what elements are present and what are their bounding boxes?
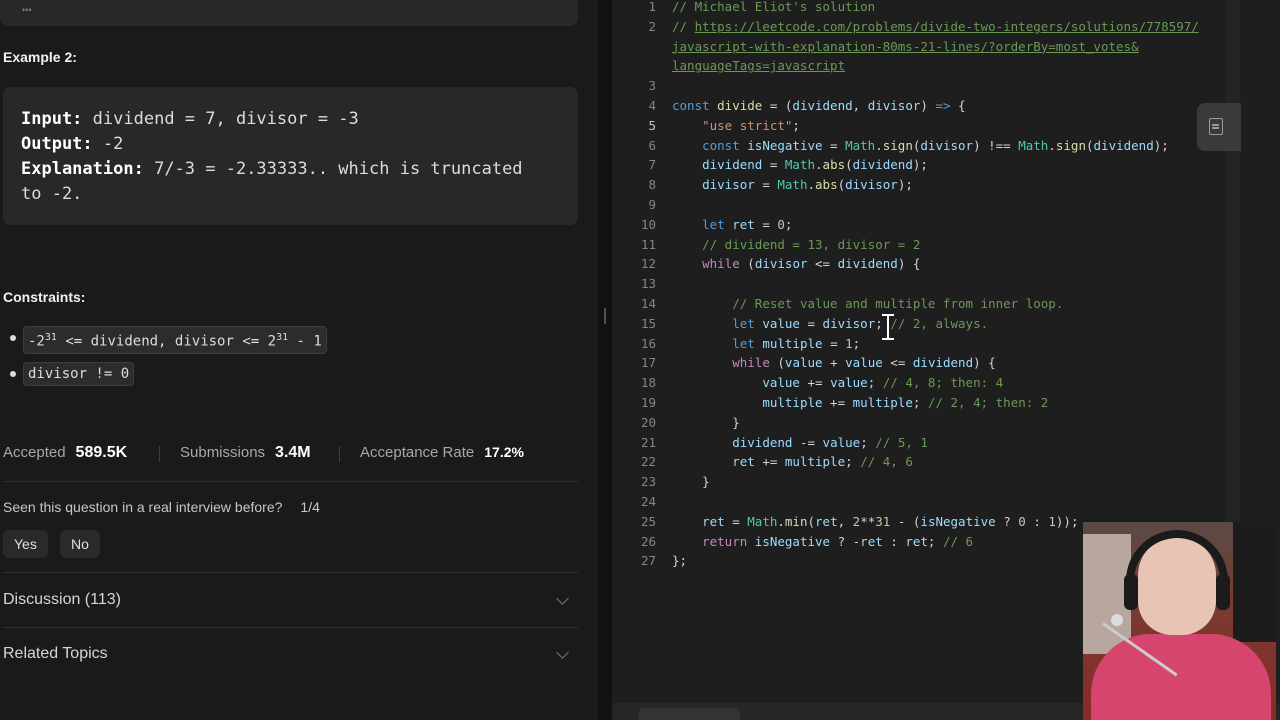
explanation-value-cont: to -2. xyxy=(21,184,83,204)
bullet-icon xyxy=(10,335,16,341)
line-number: 14 xyxy=(640,296,656,311)
code-text[interactable]: multiple += multiple; // 2, 4; then: 2 xyxy=(672,393,1048,413)
interview-question: Seen this question in a real interview b… xyxy=(3,499,320,515)
line-number: 12 xyxy=(640,256,656,272)
chevron-down-icon[interactable] xyxy=(556,592,569,605)
line-number: 11 xyxy=(640,236,656,252)
related-topics-section[interactable]: Related Topics xyxy=(3,645,108,663)
line-number: 19 xyxy=(640,395,656,410)
divider xyxy=(3,627,578,628)
example1-box-bottom: … xyxy=(0,0,578,26)
code-text[interactable]: javascript-with-explanation-80ms-21-line… xyxy=(672,37,1139,57)
code-text[interactable]: } xyxy=(672,413,740,433)
line-number: 24 xyxy=(640,494,656,509)
document-icon xyxy=(1209,118,1223,135)
chevron-down-icon[interactable] xyxy=(556,646,569,659)
line-number: 13 xyxy=(640,276,656,292)
code-text[interactable]: // https://leetcode.com/problems/divide-… xyxy=(672,17,1199,37)
line-number: 22 xyxy=(640,454,656,470)
line-number: 23 xyxy=(640,474,656,490)
line-number: 7 xyxy=(648,157,656,173)
code-text[interactable]: languageTags=javascript xyxy=(672,56,845,76)
constraint-divisor: divisor != 0 xyxy=(23,362,135,386)
drag-grip-icon[interactable] xyxy=(604,308,606,324)
code-text[interactable]: ret += multiple; // 4, 6 xyxy=(672,452,913,472)
line-number: 20 xyxy=(640,414,656,430)
constraints-title: Constraints: xyxy=(3,289,86,305)
stat-acceptance-rate: Acceptance Rate 17.2% xyxy=(360,444,524,461)
webcam-overlay xyxy=(1083,522,1276,720)
example1-fragment: … xyxy=(22,0,32,15)
code-text[interactable]: ret = Math.min(ret, 2**31 - (isNegative … xyxy=(672,512,1078,532)
bullet-icon xyxy=(10,371,16,377)
stat-divider xyxy=(339,446,340,462)
example2-title: Example 2: xyxy=(3,49,77,65)
code-text[interactable]: // Michael Eliot's solution xyxy=(672,0,875,17)
line-number: 1 xyxy=(648,0,656,14)
interview-count: 1/4 xyxy=(300,499,320,515)
divider xyxy=(3,572,578,573)
line-number: 6 xyxy=(648,137,656,153)
line-number: 26 xyxy=(640,533,656,549)
line-number: 16 xyxy=(640,335,656,351)
input-value: dividend = 7, divisor = -3 xyxy=(92,109,359,129)
line-number: 21 xyxy=(640,434,656,450)
code-text[interactable]: let ret = 0; xyxy=(672,215,792,235)
microphone xyxy=(1111,614,1123,626)
bottom-bar-pill[interactable] xyxy=(638,708,740,720)
code-text[interactable]: let value = divisor; // 2, always. xyxy=(672,314,988,334)
code-text[interactable]: while (divisor <= dividend) { xyxy=(672,254,920,274)
stat-submissions: Submissions 3.4M xyxy=(180,444,311,461)
code-text[interactable]: // Reset value and multiple from inner l… xyxy=(672,294,1063,314)
line-number: 15 xyxy=(640,315,656,331)
line-number: 27 xyxy=(640,553,656,569)
code-text[interactable]: dividend = Math.abs(dividend); xyxy=(672,155,928,175)
problem-panel: … Example 2: Input: dividend = 7, diviso… xyxy=(0,0,598,720)
yes-button[interactable]: Yes xyxy=(3,530,48,558)
divider xyxy=(3,481,578,482)
panel-resize-handle[interactable] xyxy=(598,0,612,720)
code-text[interactable]: const isNegative = Math.sign(divisor) !=… xyxy=(672,136,1169,156)
code-text[interactable]: return isNegative ? -ret : ret; // 6 xyxy=(672,532,973,552)
example2-box: Input: dividend = 7, divisor = -3 Output… xyxy=(3,87,578,225)
line-number: 5 xyxy=(648,117,656,133)
stat-accepted: Accepted 589.5K xyxy=(3,444,128,461)
constraint-range: -231 <= dividend, divisor <= 231 - 1 xyxy=(23,326,327,354)
code-text[interactable]: while (value + value <= dividend) { xyxy=(672,353,995,373)
explanation-value: 7/-3 = -2.33333.. which is truncated xyxy=(154,159,523,179)
stat-divider xyxy=(159,446,160,462)
explanation-label: Explanation: xyxy=(21,159,144,179)
line-number: 9 xyxy=(648,197,656,212)
text-cursor-icon xyxy=(882,312,894,342)
code-text[interactable]: }; xyxy=(672,551,687,571)
discussion-section[interactable]: Discussion (113) xyxy=(3,591,121,609)
line-number: 18 xyxy=(640,375,656,391)
line-number: 3 xyxy=(648,78,656,94)
code-text[interactable]: dividend -= value; // 5, 1 xyxy=(672,433,928,453)
line-number: 8 xyxy=(648,177,656,193)
code-text[interactable]: value += value; // 4, 8; then: 4 xyxy=(672,373,1003,393)
code-text[interactable]: let multiple = 1; xyxy=(672,334,860,354)
input-label: Input: xyxy=(21,109,83,129)
line-number: 10 xyxy=(640,216,656,232)
code-text[interactable]: // dividend = 13, divisor = 2 xyxy=(672,235,920,255)
code-text[interactable]: "use strict"; xyxy=(672,116,800,136)
line-number: 25 xyxy=(640,513,656,529)
line-number: 17 xyxy=(640,355,656,371)
code-text[interactable]: } xyxy=(672,472,710,492)
code-text[interactable]: const divide = (dividend, divisor) => { xyxy=(672,96,966,116)
code-text[interactable]: divisor = Math.abs(divisor); xyxy=(672,175,913,195)
line-number: 4 xyxy=(648,98,656,113)
no-button[interactable]: No xyxy=(60,530,100,558)
line-number: 2 xyxy=(648,18,656,34)
copy-code-button[interactable] xyxy=(1197,103,1241,151)
output-label: Output: xyxy=(21,134,93,154)
output-value: -2 xyxy=(102,134,124,154)
